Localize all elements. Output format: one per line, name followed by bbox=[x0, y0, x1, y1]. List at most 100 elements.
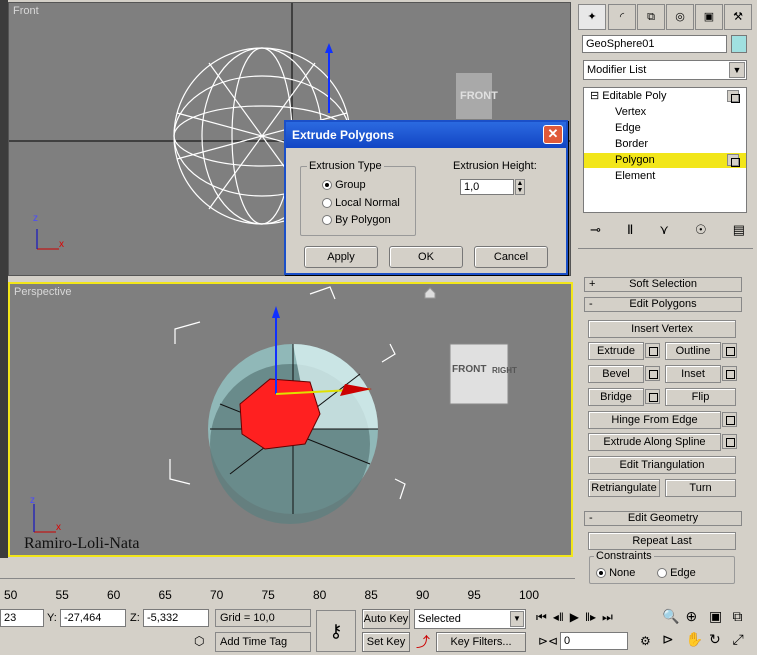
make-unique-icon[interactable]: ⋎ bbox=[659, 222, 669, 238]
viewcube-right-face[interactable]: RIGHT bbox=[492, 366, 517, 375]
stack-item-border[interactable]: Border bbox=[615, 137, 648, 152]
play-icon[interactable]: ▶ bbox=[570, 610, 579, 628]
remove-modifier-icon[interactable]: ☉ bbox=[695, 222, 707, 238]
repeat-last-button[interactable]: Repeat Last bbox=[588, 532, 736, 550]
zoom-extents-all-icon[interactable]: ⧉ bbox=[733, 608, 757, 631]
close-icon[interactable]: ✕ bbox=[543, 125, 563, 144]
maximize-viewport-icon[interactable]: ⤢ bbox=[733, 631, 757, 654]
pan-icon[interactable]: ✋ bbox=[686, 631, 710, 654]
object-color-swatch[interactable] bbox=[731, 35, 747, 53]
auto-key-button[interactable]: Auto Key bbox=[362, 609, 410, 629]
perspective-viewport[interactable]: Perspective FRONT RIGHT z x Ramiro-Loli-… bbox=[8, 282, 573, 557]
turn-button[interactable]: Turn bbox=[665, 479, 736, 497]
hinge-settings-button[interactable] bbox=[722, 412, 737, 427]
previous-frame-icon[interactable]: ◂‖ bbox=[553, 610, 564, 628]
timeline-tick: 90 bbox=[416, 588, 430, 602]
hinge-from-edge-button[interactable]: Hinge From Edge bbox=[588, 411, 721, 429]
radio-by-polygon[interactable]: By Polygon bbox=[322, 214, 391, 226]
bridge-settings-button[interactable] bbox=[645, 389, 660, 404]
display-tab-icon[interactable]: ▣ bbox=[695, 4, 723, 30]
motion-tab-icon[interactable]: ◎ bbox=[666, 4, 694, 30]
extrude-spline-settings-button[interactable] bbox=[722, 434, 737, 449]
key-mode-icon[interactable]: ⊳⊲ bbox=[538, 634, 558, 648]
time-tag-icon[interactable]: ⬡ bbox=[194, 634, 204, 648]
hierarchy-tab-icon[interactable]: ⧉ bbox=[637, 4, 665, 30]
edit-triangulation-button[interactable]: Edit Triangulation bbox=[588, 456, 736, 474]
outline-button[interactable]: Outline bbox=[665, 342, 721, 360]
insert-vertex-button[interactable]: Insert Vertex bbox=[588, 320, 736, 338]
flip-button[interactable]: Flip bbox=[665, 388, 736, 406]
zoom-all-icon[interactable]: ⊕ bbox=[686, 608, 710, 631]
rollout-label: Edit Polygons bbox=[629, 298, 697, 310]
extrusion-height-input[interactable]: 1,0 bbox=[460, 179, 514, 195]
extrude-button[interactable]: Extrude bbox=[588, 342, 644, 360]
extrude-settings-button[interactable] bbox=[645, 343, 660, 358]
perspective-scene bbox=[33, 286, 509, 533]
z-coordinate-input[interactable]: -5,332 bbox=[143, 609, 209, 627]
create-tab-icon[interactable]: ✦ bbox=[578, 4, 606, 30]
next-frame-icon[interactable]: ‖▸ bbox=[585, 610, 596, 628]
pin-stack-icon[interactable]: ⊸ bbox=[590, 222, 601, 238]
set-key-icon[interactable]: ⚷ bbox=[316, 610, 356, 652]
chevron-down-icon[interactable]: ▼ bbox=[510, 611, 524, 627]
bevel-settings-button[interactable] bbox=[645, 366, 660, 381]
time-config-icon[interactable]: ⚙ bbox=[640, 634, 651, 648]
modifier-stack[interactable] bbox=[583, 87, 747, 213]
constraint-none-radio[interactable]: None bbox=[596, 567, 635, 579]
y-coordinate-input[interactable]: -27,464 bbox=[60, 609, 126, 627]
orbit-icon[interactable]: ↻ bbox=[709, 631, 733, 654]
inset-settings-button[interactable] bbox=[722, 366, 737, 381]
modify-tab-icon[interactable]: ◜ bbox=[608, 4, 636, 30]
key-filters-button[interactable]: Key Filters... bbox=[436, 632, 526, 652]
bevel-button[interactable]: Bevel bbox=[588, 365, 644, 383]
radio-local-normal[interactable]: Local Normal bbox=[322, 197, 400, 209]
utilities-tab-icon[interactable]: ⚒ bbox=[724, 4, 752, 30]
add-time-tag-button[interactable]: Add Time Tag bbox=[215, 632, 311, 652]
inset-button[interactable]: Inset bbox=[665, 365, 721, 383]
polygon-toggle[interactable] bbox=[727, 154, 740, 167]
key-set-dropdown[interactable]: Selected ▼ bbox=[414, 609, 526, 629]
watermark: Ramiro-Loli-Nata bbox=[24, 535, 140, 552]
rollout-edit-geometry[interactable]: - Edit Geometry bbox=[584, 511, 742, 526]
viewcube-front-face[interactable]: FRONT bbox=[452, 364, 486, 375]
cancel-button[interactable]: Cancel bbox=[474, 246, 548, 268]
set-key-button[interactable]: Set Key bbox=[362, 632, 410, 652]
stack-item-edge[interactable]: Edge bbox=[615, 121, 641, 136]
current-frame-input[interactable]: 0 bbox=[560, 632, 628, 650]
radio-group[interactable]: Group bbox=[322, 179, 366, 191]
configure-sets-icon[interactable]: ▤ bbox=[733, 222, 745, 238]
stack-item-element[interactable]: Element bbox=[615, 169, 655, 184]
stack-root[interactable]: ⊟ Editable Poly bbox=[590, 89, 667, 102]
object-name-input[interactable]: GeoSphere01 bbox=[582, 35, 727, 53]
x-coordinate-input[interactable]: 23 bbox=[0, 609, 44, 627]
chevron-down-icon[interactable]: ▼ bbox=[729, 62, 745, 78]
stack-item-polygon[interactable]: Polygon bbox=[615, 153, 655, 168]
bridge-button[interactable]: Bridge bbox=[588, 388, 644, 406]
go-to-start-icon[interactable]: ⏮ bbox=[536, 610, 547, 628]
viewcube-front-label[interactable]: FRONT bbox=[460, 90, 498, 102]
show-end-result-icon[interactable]: Ⅱ bbox=[627, 222, 633, 238]
timeline-tick: 50 bbox=[4, 588, 18, 602]
timeline[interactable] bbox=[0, 578, 575, 606]
extrude-along-spline-button[interactable]: Extrude Along Spline bbox=[588, 433, 721, 451]
outline-settings-button[interactable] bbox=[722, 343, 737, 358]
modifier-list-dropdown[interactable]: Modifier List ▼ bbox=[583, 60, 747, 80]
axis-z-label: z bbox=[33, 213, 38, 224]
go-to-end-icon[interactable]: ⏭ bbox=[602, 610, 613, 628]
zoom-extents-icon[interactable]: ▣ bbox=[709, 608, 733, 631]
stack-root-toggle[interactable] bbox=[727, 90, 740, 103]
key-tangent-icon[interactable]: ⤴ bbox=[416, 632, 430, 652]
viewport-label: Perspective bbox=[14, 286, 72, 298]
retriangulate-button[interactable]: Retriangulate bbox=[588, 479, 660, 497]
spinner-icon[interactable]: ▲ ▼ bbox=[515, 179, 525, 195]
constraint-edge-radio[interactable]: Edge bbox=[657, 567, 696, 579]
apply-button[interactable]: Apply bbox=[304, 246, 378, 268]
zoom-icon[interactable]: 🔍 bbox=[662, 608, 686, 631]
panel-tabs: ✦ ◜ ⧉ ◎ ▣ ⚒ bbox=[578, 4, 752, 30]
rollout-edit-polygons[interactable]: - Edit Polygons bbox=[584, 297, 742, 312]
dialog-titlebar[interactable]: Extrude Polygons ✕ bbox=[286, 122, 566, 148]
rollout-soft-selection[interactable]: + Soft Selection bbox=[584, 277, 742, 292]
stack-item-vertex[interactable]: Vertex bbox=[615, 105, 646, 120]
field-of-view-icon[interactable]: ⊳ bbox=[662, 631, 686, 654]
ok-button[interactable]: OK bbox=[389, 246, 463, 268]
